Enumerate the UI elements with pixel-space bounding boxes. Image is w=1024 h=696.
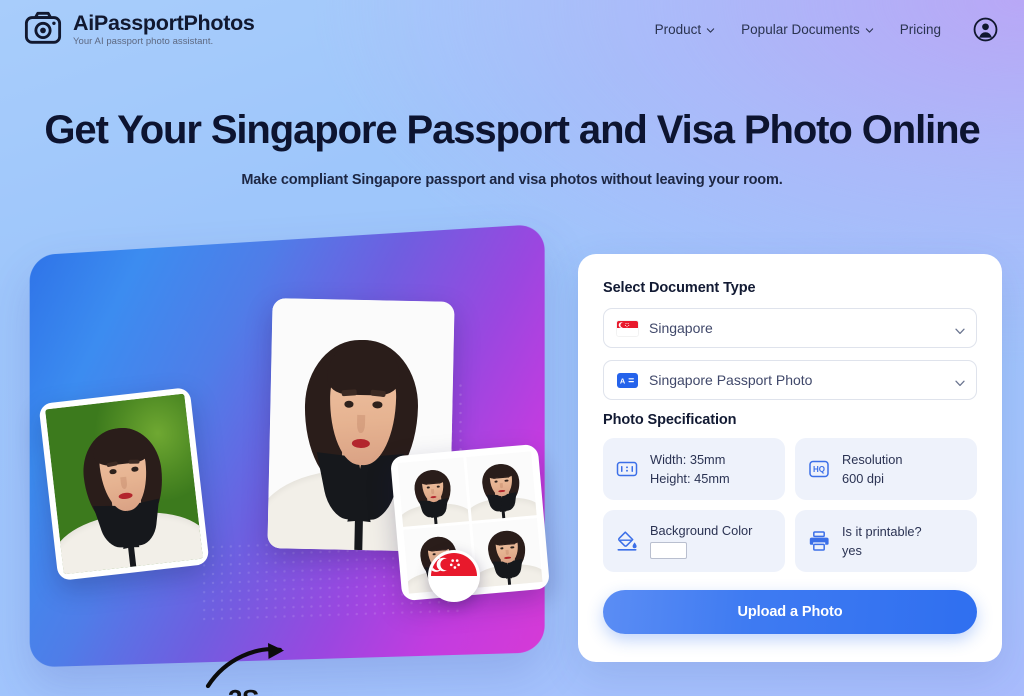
- user-avatar-icon[interactable]: [973, 17, 998, 42]
- background-color-swatch[interactable]: [650, 541, 687, 559]
- svg-text:A: A: [620, 376, 626, 385]
- chevron-down-icon: [706, 26, 715, 35]
- chevron-down-icon: [865, 26, 874, 35]
- before-photo-card: [38, 386, 210, 582]
- spec-printable-answer: yes: [842, 542, 862, 558]
- spec-background-color-text: Background Color: [650, 523, 752, 559]
- sheet-photo: [465, 451, 537, 521]
- page-subtitle: Make compliant Singapore passport and vi…: [241, 172, 783, 188]
- svg-text:HQ: HQ: [813, 465, 825, 474]
- spec-background-color-title: Background Color: [650, 523, 753, 538]
- singapore-flag-badge-icon: [428, 550, 480, 602]
- hq-resolution-icon: HQ: [807, 457, 831, 481]
- spec-dimensions: Width: 35mm Height: 45mm: [603, 438, 785, 500]
- document-type-select[interactable]: A Singapore Passport Photo: [603, 360, 977, 400]
- before-photo-image: [45, 393, 203, 575]
- sheet-photo: [471, 518, 543, 588]
- spec-printable-question: Is it printable?: [842, 523, 922, 539]
- spec-printable: Is it printable? yes: [795, 510, 977, 572]
- nav-item-product[interactable]: Product: [655, 22, 716, 37]
- document-selection-card: Select Document Type Singapore A Singapo…: [578, 254, 1002, 662]
- document-type-select-value: Singapore Passport Photo: [649, 372, 813, 388]
- upload-photo-button[interactable]: Upload a Photo: [603, 590, 977, 634]
- nav-item-product-label: Product: [654, 21, 702, 37]
- photo-specification-label: Photo Specification: [603, 412, 737, 428]
- spec-dimensions-height: Height: 45mm: [650, 470, 730, 486]
- main-navigation: Product Popular Documents Pricing: [655, 17, 998, 42]
- chevron-down-icon: [954, 325, 965, 334]
- id-card-icon: A: [617, 372, 638, 388]
- spec-resolution-value: 600 dpi: [842, 470, 884, 486]
- camera-icon: [24, 11, 62, 44]
- spec-dimensions-width: Width: 35mm: [650, 451, 726, 467]
- brand-name: AiPassportPhotos: [73, 10, 255, 35]
- select-document-type-label: Select Document Type: [603, 280, 756, 296]
- brand-text: AiPassportPhotos Your AI passport photo …: [73, 12, 255, 46]
- site-header: AiPassportPhotos Your AI passport photo …: [0, 0, 1024, 58]
- country-select[interactable]: Singapore: [603, 308, 977, 348]
- spec-resolution: HQ Resolution 600 dpi: [795, 438, 977, 500]
- speed-badge: 3S: [228, 684, 259, 696]
- spec-printable-text: Is it printable? yes: [842, 524, 922, 559]
- printer-icon: [807, 529, 831, 553]
- spec-resolution-text: Resolution 600 dpi: [842, 452, 902, 487]
- hero-illustration: 3S: [24, 223, 551, 696]
- country-select-value: Singapore: [649, 320, 713, 336]
- dimensions-icon: [615, 457, 639, 481]
- nav-item-pricing[interactable]: Pricing: [900, 22, 941, 37]
- spec-resolution-title: Resolution: [842, 451, 903, 467]
- paint-bucket-icon: [615, 529, 639, 553]
- photo-specification-grid: Width: 35mm Height: 45mm HQ Resolution 6…: [603, 438, 977, 572]
- page-title: Get Your Singapore Passport and Visa Pho…: [44, 108, 980, 152]
- nav-item-popular-documents[interactable]: Popular Documents: [741, 22, 874, 37]
- nav-item-pricing-label: Pricing: [899, 21, 941, 37]
- spec-dimensions-text: Width: 35mm Height: 45mm: [650, 452, 730, 487]
- spec-background-color: Background Color: [603, 510, 785, 572]
- sheet-photo: [397, 457, 469, 527]
- nav-item-popular-documents-label: Popular Documents: [741, 21, 860, 37]
- brand-logo-link[interactable]: AiPassportPhotos Your AI passport photo …: [24, 10, 255, 48]
- brand-tagline: Your AI passport photo assistant.: [73, 35, 214, 47]
- singapore-flag-icon: [617, 320, 638, 336]
- chevron-down-icon: [954, 377, 965, 386]
